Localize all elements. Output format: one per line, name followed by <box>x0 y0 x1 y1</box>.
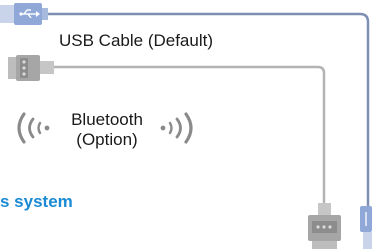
usb-plug-icon <box>0 3 48 25</box>
bluetooth-label: Bluetooth (Option) <box>62 110 152 150</box>
system-label: s system <box>0 192 73 211</box>
bluetooth-label-line2: (Option) <box>76 130 138 149</box>
bluetooth-wave-left-icon <box>17 112 50 144</box>
usb-cable-label: USB Cable (Default) <box>59 31 214 50</box>
bluetooth-wave-right-icon <box>160 112 193 144</box>
bluetooth-label-line1: Bluetooth <box>71 110 143 129</box>
serial-connector-bottom-icon <box>308 203 341 249</box>
serial-connector-icon <box>8 55 54 81</box>
usb-plug-bottom-icon <box>360 206 372 249</box>
